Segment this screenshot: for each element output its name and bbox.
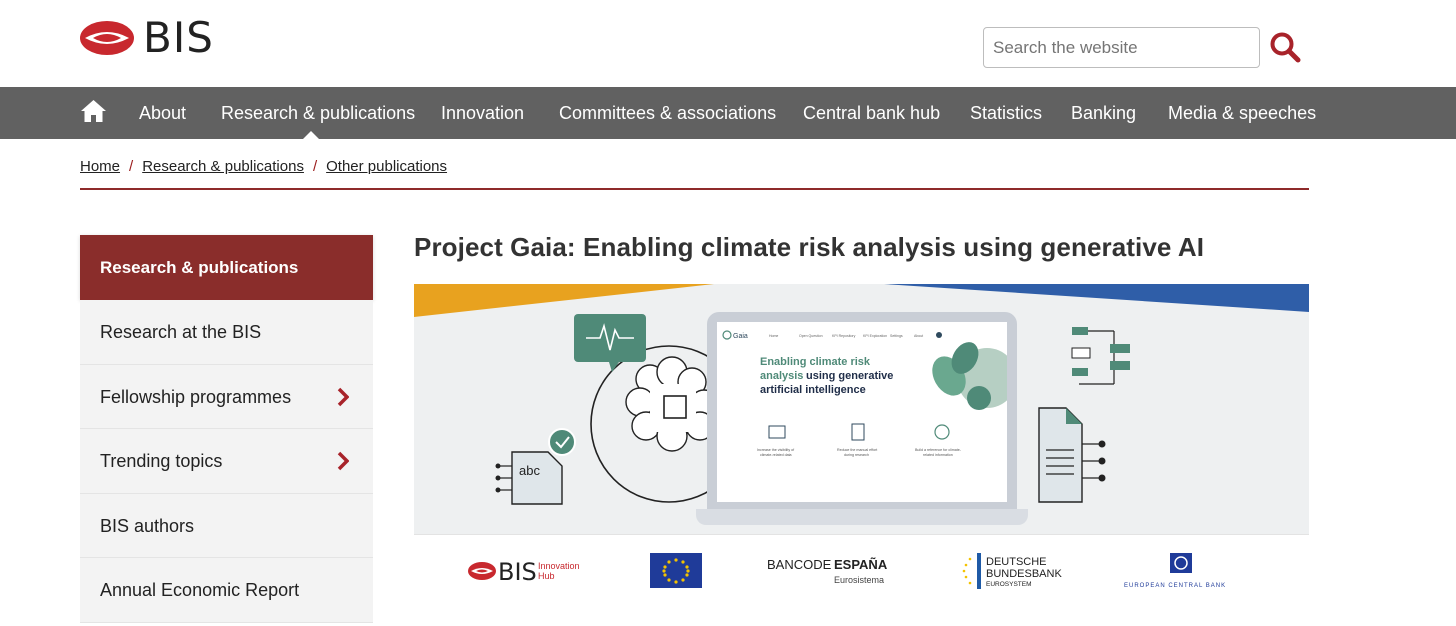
sidebar-item-annual-economic-report[interactable]: Annual Economic Report (80, 558, 373, 623)
svg-text:Build a reference for climate-: Build a reference for climate- (915, 448, 962, 452)
sidebar-item-research-at-the-bis[interactable]: Research at the BIS (80, 300, 373, 365)
sidebar-nav: Research & publications Research at the … (80, 235, 373, 623)
nav-item-innovation[interactable]: Innovation (441, 87, 524, 139)
home-nav-button[interactable] (80, 99, 107, 123)
sidebar-item-bis-authors[interactable]: BIS authors (80, 493, 373, 558)
nav-item-committees-associations[interactable]: Committees & associations (559, 87, 776, 139)
svg-text:EUROSYSTEM: EUROSYSTEM (986, 581, 1032, 588)
sidebar-heading[interactable]: Research & publications (80, 235, 373, 309)
breadcrumb: Home / Research & publications / Other p… (80, 156, 447, 176)
svg-text:Settings: Settings (890, 334, 903, 338)
svg-text:DEUTSCHE: DEUTSCHE (986, 556, 1047, 568)
screen-headline-2a: analysis (760, 370, 803, 382)
sidebar-item-trending-topics[interactable]: Trending topics (80, 429, 373, 494)
svg-text:during research: during research (844, 453, 869, 457)
breadcrumb-separator: / (129, 157, 134, 175)
chevron-right-icon[interactable] (337, 387, 349, 407)
bis-hub-logo-text: BIS (498, 558, 537, 586)
site-header: BIS (0, 0, 1456, 87)
svg-text:Hub: Hub (538, 571, 555, 581)
page-title: Project Gaia: Enabling climate risk anal… (414, 232, 1205, 262)
screen-headline-1: Enabling climate risk (760, 356, 871, 368)
breadcrumb-separator: / (312, 157, 318, 175)
svg-text:related information: related information (923, 453, 953, 457)
svg-text:Innovation: Innovation (538, 561, 580, 571)
svg-text:KPI Exploration: KPI Exploration (863, 334, 887, 338)
logo-text: BIS (143, 13, 214, 62)
sidebar-item-label: Trending topics (100, 451, 223, 471)
svg-text:ESPAÑA: ESPAÑA (834, 557, 888, 572)
screen-headline-2b: using generative (806, 370, 893, 382)
laptop-base (696, 509, 1028, 525)
svg-text:BUNDESBANK: BUNDESBANK (986, 568, 1062, 580)
sidebar-item-fellowship-programmes[interactable]: Fellowship programmes (80, 364, 373, 429)
svg-text:EUROPEAN CENTRAL BANK: EUROPEAN CENTRAL BANK (1124, 583, 1226, 589)
breadcrumb-other-publications[interactable]: Other publications (326, 158, 447, 175)
nav-item-statistics[interactable]: Statistics (970, 87, 1042, 139)
nav-item-media-speeches[interactable]: Media & speeches (1168, 87, 1316, 139)
sidebar-item-label: Annual Economic Report (100, 580, 300, 600)
partner-logos-graphic: BIS Innovation Hub BANCODE ESPAÑA Eurosi… (468, 553, 1226, 589)
laptop-screen: Gaia Home Open Question KPI Repository K… (707, 312, 1017, 512)
home-icon (81, 100, 106, 122)
svg-text:KPI Repository: KPI Repository (832, 334, 856, 338)
search-button[interactable] (1268, 30, 1302, 64)
sidebar-item-label: BIS authors (100, 515, 195, 536)
bis-logo-icon (80, 21, 134, 55)
svg-text:Open Question: Open Question (799, 334, 823, 338)
nav-active-caret (303, 131, 319, 139)
hero-image: abc Gaia Home Open Question KPI Reposito… (414, 284, 1309, 608)
svg-text:Reduce the manual effort: Reduce the manual effort (837, 448, 877, 452)
nav-item-about[interactable]: About (139, 87, 186, 139)
sidebar-item-label: Research at the BIS (100, 322, 262, 342)
nav-item-central-bank-hub[interactable]: Central bank hub (803, 87, 940, 139)
search-icon (1270, 32, 1301, 63)
svg-text:About: About (914, 334, 923, 338)
partner-logos: BIS Innovation Hub BANCODE ESPAÑA Eurosi… (414, 534, 1309, 608)
hero-doc-text: abc (519, 463, 540, 478)
screen-headline-3: artificial intelligence (760, 384, 866, 396)
svg-text:Increase the visibility of: Increase the visibility of (757, 448, 794, 452)
breadcrumb-home[interactable]: Home (80, 158, 120, 175)
breadcrumb-divider (80, 188, 1309, 190)
search-input[interactable] (983, 27, 1260, 68)
svg-text:BANCODE: BANCODE (767, 557, 832, 572)
bis-logo[interactable]: BIS (79, 16, 219, 60)
main-navigation: About Research & publications Innovation… (0, 87, 1456, 139)
svg-text:Eurosistema: Eurosistema (834, 575, 884, 585)
gaia-brand: Gaia (733, 333, 748, 340)
svg-text:Home: Home (769, 334, 778, 338)
nav-item-banking[interactable]: Banking (1071, 87, 1136, 139)
gaia-website-preview: Gaia Home Open Question KPI Repository K… (717, 322, 1017, 502)
sidebar-item-label: Fellowship programmes (100, 386, 292, 407)
svg-text:climate-related data: climate-related data (760, 453, 792, 457)
breadcrumb-research-publications[interactable]: Research & publications (142, 158, 304, 175)
chevron-right-icon[interactable] (337, 451, 349, 471)
